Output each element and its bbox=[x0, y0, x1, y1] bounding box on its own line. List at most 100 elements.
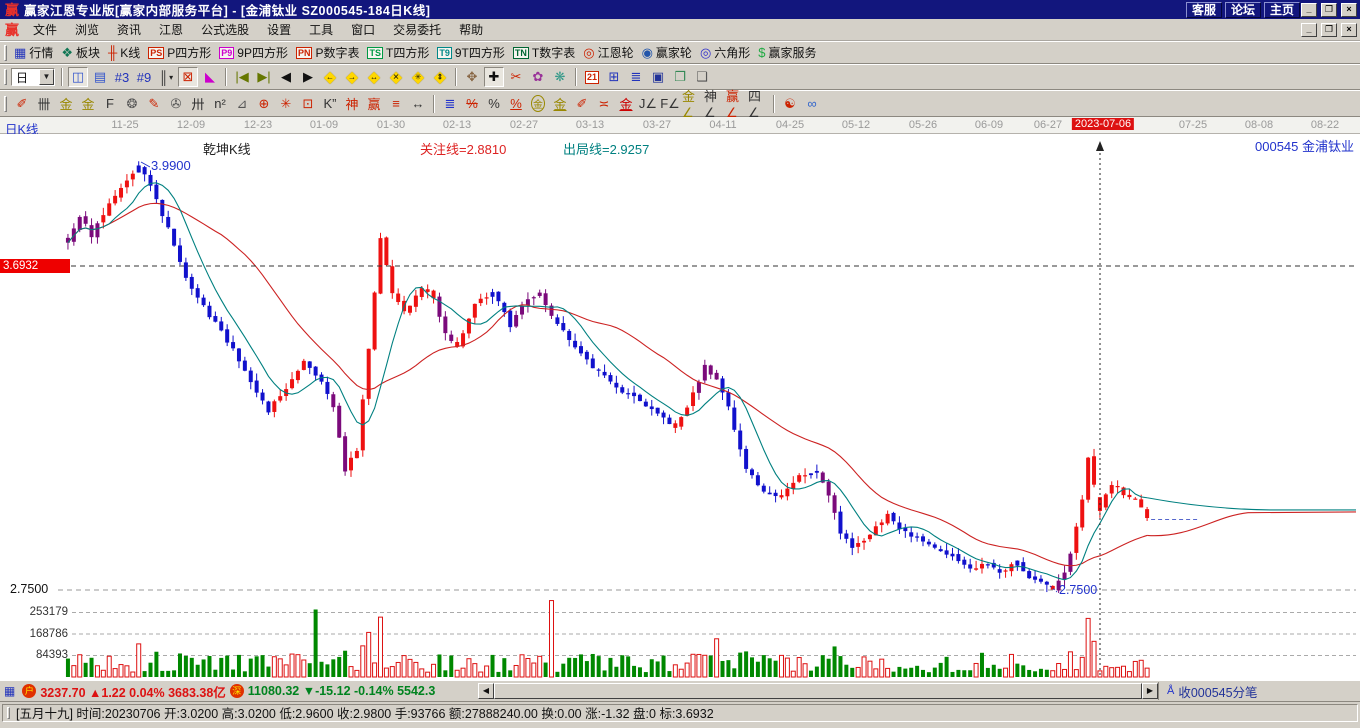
bars3-chart-icon[interactable]: #3 bbox=[112, 67, 132, 87]
coil-tool-icon[interactable]: ❋ bbox=[550, 67, 570, 87]
gold-under-icon[interactable]: 金 bbox=[616, 94, 636, 114]
window-restore-button[interactable]: ❐ bbox=[1321, 2, 1337, 17]
toolbar-grip[interactable] bbox=[4, 69, 7, 85]
quote-table-icon[interactable]: ▦ bbox=[4, 684, 15, 698]
red-rail-icon[interactable]: ≍ bbox=[594, 94, 614, 114]
menu-item-9[interactable]: 帮助 bbox=[450, 18, 492, 41]
gold-circle-icon[interactable]: 金 bbox=[528, 94, 548, 114]
infinity-icon[interactable]: ∞ bbox=[802, 94, 822, 114]
export-image-icon[interactable]: ❐ bbox=[670, 67, 690, 87]
zoom-left-icon[interactable]: ◆ ← bbox=[320, 67, 340, 87]
f10-info-icon[interactable]: ▤ bbox=[90, 67, 110, 87]
winner-service-button[interactable]: $ 赢家服务 bbox=[755, 43, 819, 63]
time-spiral-icon[interactable]: ❂ bbox=[122, 94, 142, 114]
shen-comb-icon[interactable]: 神 bbox=[342, 94, 362, 114]
grid-comb-icon[interactable]: 卌 bbox=[34, 94, 54, 114]
zoom-all-icon[interactable]: ◆ ✳ bbox=[408, 67, 428, 87]
win-angle-icon[interactable]: 赢∠ bbox=[726, 89, 746, 120]
toolbar-grip[interactable] bbox=[4, 44, 7, 61]
gold-angle-icon[interactable]: 金∠ bbox=[682, 89, 702, 120]
chart-canvas[interactable] bbox=[0, 134, 1360, 680]
zoom-h-icon[interactable]: ◆ ↔ bbox=[364, 67, 384, 87]
window-close-button[interactable]: × bbox=[1341, 2, 1357, 17]
menu-item-7[interactable]: 窗口 bbox=[342, 18, 384, 41]
child-window-minimize-button[interactable]: _ bbox=[1301, 22, 1317, 37]
menu-item-4[interactable]: 公式选股 bbox=[192, 18, 258, 41]
titlebar-button-2[interactable]: 主页 bbox=[1263, 1, 1300, 18]
t9-square-button[interactable]: T9 9T四方形 bbox=[434, 43, 508, 63]
last-page-icon[interactable]: ▶| bbox=[254, 67, 274, 87]
win-comb-icon[interactable]: 赢 bbox=[364, 94, 384, 114]
gann-wheel-button[interactable]: ◎ 江恩轮 bbox=[580, 43, 636, 63]
p-number-button[interactable]: PN P数字表 bbox=[293, 43, 363, 63]
p-square-button[interactable]: PS P四方形 bbox=[145, 43, 214, 63]
comb-icon[interactable]: 卅 bbox=[188, 94, 208, 114]
square-wheel-icon[interactable]: ⊡ bbox=[298, 94, 318, 114]
star-wheel-icon[interactable]: ✳ bbox=[276, 94, 296, 114]
remote-sync-icon[interactable]: ❑ bbox=[692, 67, 712, 87]
menu-item-0[interactable]: 文件 bbox=[24, 18, 66, 41]
percent-strike-icon[interactable]: % bbox=[462, 94, 482, 114]
t-number-button[interactable]: TN T数字表 bbox=[510, 43, 578, 63]
titlebar-button-0[interactable]: 客服 bbox=[1185, 1, 1222, 18]
price-scale-icon[interactable]: ≣ bbox=[440, 94, 460, 114]
scroll-right-button[interactable]: ▶ bbox=[1142, 683, 1158, 699]
clock-cycle-icon[interactable]: ✇ bbox=[166, 94, 186, 114]
color-chart-icon[interactable]: ◣ bbox=[200, 67, 220, 87]
kline-button[interactable]: ╫ K线 bbox=[105, 43, 143, 63]
shenzhen-index-icon[interactable]: 深 bbox=[229, 684, 244, 698]
brush-icon[interactable]: ✐ bbox=[12, 94, 32, 114]
crosshair-tool-icon[interactable]: ✚ bbox=[484, 67, 504, 87]
percent-line-icon[interactable]: % bbox=[506, 94, 526, 114]
p9-square-button[interactable]: P9 9P四方形 bbox=[216, 43, 291, 63]
menu-item-2[interactable]: 资讯 bbox=[108, 18, 150, 41]
dropdown-arrow-icon[interactable]: ▼ bbox=[39, 69, 54, 85]
winner-wheel-button[interactable]: ◉ 赢家轮 bbox=[639, 43, 695, 63]
zoom-reset-icon[interactable]: ◆ ✕ bbox=[386, 67, 406, 87]
save-icon[interactable]: ▣ bbox=[648, 67, 668, 87]
titlebar-button-1[interactable]: 论坛 bbox=[1224, 1, 1261, 18]
j-angle-icon[interactable]: J∠ bbox=[638, 94, 658, 114]
hand-tool-icon[interactable]: ✥ bbox=[462, 67, 482, 87]
prev-candle-icon[interactable]: ◀ bbox=[276, 67, 296, 87]
toolbar-grip[interactable] bbox=[4, 95, 7, 112]
zoom-v-icon[interactable]: ◆ ⇕ bbox=[430, 67, 450, 87]
quotes-button[interactable]: ▦ 行情 bbox=[11, 43, 56, 63]
four-angle-icon[interactable]: 四∠ bbox=[748, 89, 768, 120]
t-square-button[interactable]: TS T四方形 bbox=[364, 43, 432, 63]
next-candle-icon[interactable]: ▶ bbox=[298, 67, 318, 87]
first-page-icon[interactable]: |◀ bbox=[232, 67, 252, 87]
menu-item-6[interactable]: 工具 bbox=[300, 18, 342, 41]
gold-comb-icon[interactable]: 金 bbox=[56, 94, 76, 114]
ruler-123-icon[interactable]: ≡ bbox=[386, 94, 406, 114]
kline-chart[interactable]: 乾坤K线 关注线=2.8810 出局线=2.9257 3.9900 3.6932… bbox=[0, 134, 1360, 680]
gold-lines-icon[interactable]: 金 bbox=[550, 94, 570, 114]
n2-icon[interactable]: n² bbox=[210, 94, 230, 114]
f-angle-icon[interactable]: F∠ bbox=[660, 94, 680, 114]
calendar-icon[interactable]: 21 bbox=[582, 67, 602, 87]
report-icon[interactable]: ≣ bbox=[626, 67, 646, 87]
pen-ruler-icon[interactable]: ✎ bbox=[144, 94, 164, 114]
child-window-close-button[interactable]: × bbox=[1341, 22, 1357, 37]
gann-compass-icon[interactable]: ⊕ bbox=[254, 94, 274, 114]
tick-panel-toggle[interactable]: Å 收000545分笔 bbox=[1158, 682, 1358, 700]
percent-icon[interactable]: % bbox=[484, 94, 504, 114]
menu-item-8[interactable]: 交易委托 bbox=[384, 18, 450, 41]
k-mark-icon[interactable]: K” bbox=[320, 94, 340, 114]
hexagon-button[interactable]: ◎ 六角形 bbox=[697, 43, 753, 63]
erase-tool-icon[interactable]: ✂ bbox=[506, 67, 526, 87]
scrollbar-thumb[interactable] bbox=[494, 683, 1142, 699]
child-window-restore-button[interactable]: ❐ bbox=[1321, 22, 1337, 37]
scrollbar-track[interactable] bbox=[494, 683, 1142, 699]
shen-angle-icon[interactable]: 神∠ bbox=[704, 89, 724, 120]
pattern-window-icon[interactable]: ◫ bbox=[68, 67, 88, 87]
width-measure-icon[interactable]: ↔ bbox=[408, 94, 428, 114]
qiankun-kline-icon[interactable]: ⊠ bbox=[178, 67, 198, 87]
angle-tool-icon[interactable]: ⊿ bbox=[232, 94, 252, 114]
scroll-left-button[interactable]: ◀ bbox=[478, 683, 494, 699]
menu-item-1[interactable]: 浏览 bbox=[66, 18, 108, 41]
matrix-icon[interactable]: ⊞ bbox=[604, 67, 624, 87]
yinyang-icon[interactable]: ☯ bbox=[780, 94, 800, 114]
menu-item-3[interactable]: 江恩 bbox=[150, 18, 192, 41]
sectors-button[interactable]: ❖ 板块 bbox=[58, 43, 103, 63]
